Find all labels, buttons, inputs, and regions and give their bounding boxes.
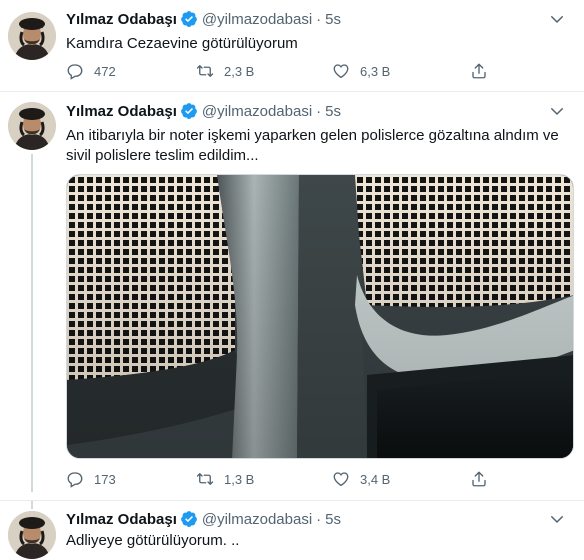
author-handle[interactable]: @yilmazodabasi [202, 511, 312, 528]
separator-dot: · [316, 10, 322, 28]
reply-count: 173 [94, 471, 116, 487]
like-button[interactable]: 6,3 B [332, 60, 390, 82]
reply-button[interactable]: 173 [66, 468, 116, 490]
timestamp[interactable]: 5s [325, 511, 341, 528]
tweet-header: Yılmaz Odabaşı @yilmazodabasi · 5s [66, 509, 341, 529]
share-icon [472, 471, 486, 487]
tweet-text: Adliyeye götürülüyorum. .. [66, 532, 240, 549]
timestamp[interactable]: 5s [325, 103, 341, 120]
tweet-header: Yılmaz Odabaşı @yilmazodabasi · 5s [66, 9, 341, 29]
retweet-count: 2,3 B [224, 63, 255, 79]
tweet-photo[interactable] [66, 174, 574, 459]
avatar[interactable] [8, 102, 56, 150]
retweet-icon [196, 65, 214, 77]
retweet-icon [196, 473, 214, 485]
reply-count: 472 [94, 63, 116, 79]
separator-dot: · [316, 102, 322, 120]
retweet-button[interactable]: 2,3 B [196, 60, 254, 82]
tweet-3[interactable]: Yılmaz Odabaşı @yilmazodabasi · 5s Adliy… [0, 500, 584, 560]
avatar[interactable] [8, 511, 56, 559]
author-name[interactable]: Yılmaz Odabaşı [66, 11, 177, 28]
reply-button[interactable]: 472 [66, 60, 116, 82]
author-name[interactable]: Yılmaz Odabaşı [66, 103, 177, 120]
thread-connector [31, 501, 33, 509]
share-button[interactable] [470, 60, 488, 82]
like-count: 6,3 B [360, 63, 391, 79]
tweet-2[interactable]: Yılmaz Odabaşı @yilmazodabasi · 5s An it… [0, 92, 584, 500]
retweet-count: 1,3 B [224, 471, 255, 487]
reply-icon [67, 64, 83, 80]
tweet-text: An itibarıyla bir noter işkemi yaparken … [66, 127, 559, 164]
photo-van-window-grilles [67, 175, 573, 458]
chevron-down-icon[interactable] [548, 510, 566, 528]
tweet-actions: 472 2,3 B 6,3 B [66, 60, 496, 82]
like-button[interactable]: 3,4 B [332, 468, 390, 490]
timestamp[interactable]: 5s [325, 11, 341, 28]
author-handle[interactable]: @yilmazodabasi [202, 103, 312, 120]
share-button[interactable] [470, 468, 488, 490]
verified-badge-icon [180, 103, 197, 119]
avatar[interactable] [8, 12, 56, 60]
reply-icon [67, 472, 83, 488]
verified-badge-icon [180, 511, 197, 527]
share-icon [472, 63, 486, 79]
heart-icon [333, 64, 349, 79]
separator-dot: · [316, 510, 322, 528]
tweet-actions: 173 1,3 B 3,4 B [66, 468, 496, 490]
tweet-1[interactable]: Yılmaz Odabaşı @yilmazodabasi · 5s Kamdı… [0, 0, 584, 92]
tweet-header: Yılmaz Odabaşı @yilmazodabasi · 5s [66, 101, 341, 121]
verified-badge-icon [180, 11, 197, 27]
like-count: 3,4 B [360, 471, 391, 487]
chevron-down-icon[interactable] [548, 10, 566, 28]
thread-connector [31, 154, 33, 492]
chevron-down-icon[interactable] [548, 102, 566, 120]
retweet-button[interactable]: 1,3 B [196, 468, 254, 490]
tweet-text: Kamdıra Cezaevine götürülüyorum [66, 35, 298, 52]
heart-icon [333, 472, 349, 487]
author-handle[interactable]: @yilmazodabasi [202, 11, 312, 28]
author-name[interactable]: Yılmaz Odabaşı [66, 511, 177, 528]
